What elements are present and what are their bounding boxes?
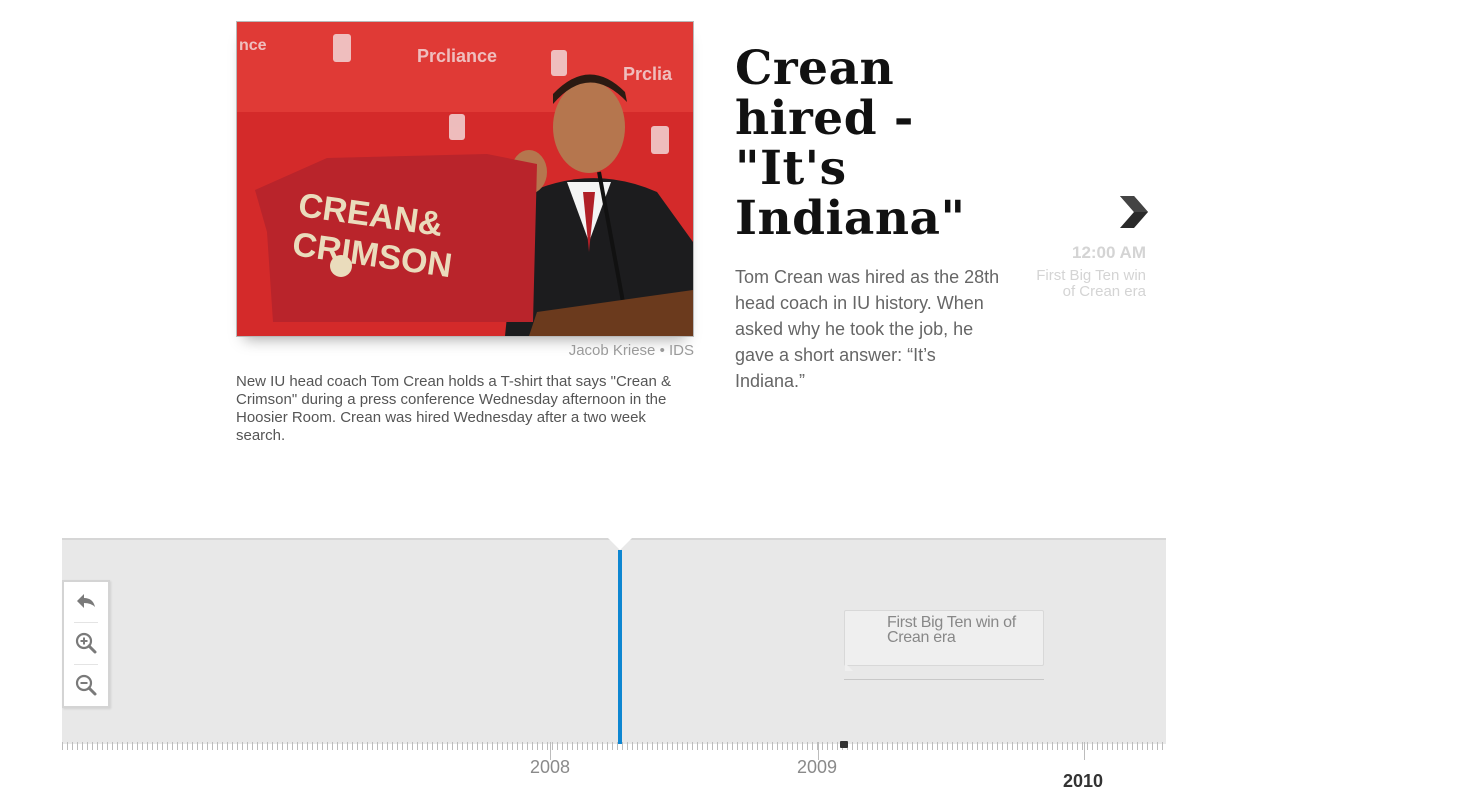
timeline-nav-controls	[62, 580, 110, 708]
timeline-panel[interactable]: First Big Ten win of Crean era	[62, 538, 1166, 744]
timeline-ruler[interactable]	[62, 742, 1166, 750]
next-slide-title[interactable]: First Big Ten win of Crean era	[1030, 268, 1146, 300]
chevron-right-icon	[1120, 196, 1148, 228]
back-to-start-button[interactable]	[70, 584, 102, 618]
photo-caption: New IU head coach Tom Crean holds a T-sh…	[236, 373, 671, 444]
zoom-out-button[interactable]	[70, 668, 102, 702]
timeline-marker-notch	[608, 538, 632, 550]
slide-photo: nce Prcliance Prclia CREAN& CRIMSON	[236, 21, 694, 337]
slide-body: Tom Crean was hired as the 28th head coa…	[735, 267, 1000, 391]
event-card-underline	[844, 679, 1044, 680]
year-label-2009: 2009	[796, 757, 838, 777]
svg-text:nce: nce	[239, 37, 267, 54]
svg-text:Prcliance: Prcliance	[417, 46, 497, 66]
zoom-in-button[interactable]	[70, 626, 102, 660]
zoom-in-icon	[75, 632, 97, 654]
year-tick	[1084, 742, 1085, 760]
back-arrow-icon	[77, 594, 95, 608]
year-label-2010: 2010	[1062, 771, 1104, 791]
timeline-current-marker	[618, 550, 622, 744]
slide-headline: Crean hired - "It's Indiana"	[735, 41, 966, 246]
timeline-event-marker[interactable]	[840, 741, 848, 748]
next-slide-time[interactable]: 12:00 AM	[1030, 243, 1146, 263]
event-card-title: First Big Ten win of Crean era	[887, 614, 1016, 646]
zoom-out-icon	[75, 674, 97, 696]
svg-text:Prclia: Prclia	[623, 64, 673, 84]
next-slide-button[interactable]	[1112, 192, 1152, 232]
photo-credit: Jacob Kriese • IDS	[568, 342, 694, 359]
nav-divider	[74, 664, 98, 665]
year-label-2008: 2008	[529, 757, 571, 777]
event-card-tail	[845, 663, 853, 671]
timeline-event-card[interactable]: First Big Ten win of Crean era	[844, 610, 1044, 671]
nav-divider	[74, 622, 98, 623]
